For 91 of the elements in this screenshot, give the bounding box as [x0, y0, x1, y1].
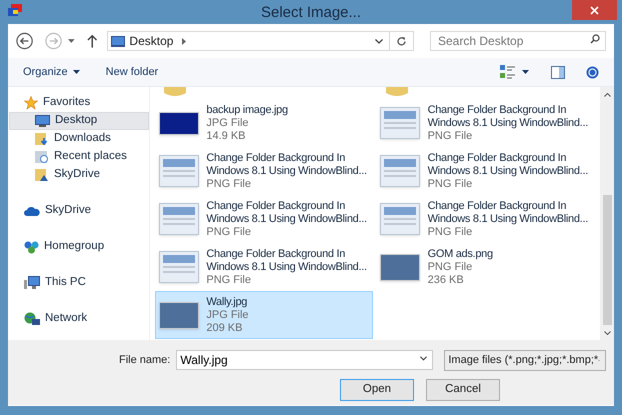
- file-name: Change Folder Background In Windows 8.1 Using WindowBlind...: [428, 104, 589, 130]
- file-type-dropdown[interactable]: Image files (*.png;*.jpg;*.bmp;*: [444, 350, 606, 370]
- star-icon: [24, 96, 38, 110]
- file-item[interactable]: Change Folder Background In Windows 8.1 Using WindowBlind... PNG File: [155, 243, 373, 291]
- scroll-down-icon[interactable]: [604, 331, 610, 335]
- file-item[interactable]: GOM ads.png PNG File 236 KB: [375, 243, 599, 291]
- file-name: Wally.jpg: [206, 296, 248, 308]
- screenshot-thumbnail: [159, 155, 200, 187]
- chevron-down-icon[interactable]: [375, 38, 383, 44]
- file-type: PNG File: [206, 178, 252, 190]
- file-type: PNG File: [428, 178, 474, 190]
- sidebar-item[interactable]: SkyDrive: [8, 202, 149, 220]
- sidebar-item[interactable]: Favorites: [8, 94, 149, 112]
- file-name-field[interactable]: Wally.jpg: [176, 350, 434, 370]
- file-item[interactable]: Change Folder Background In Windows 8.1 Using WindowBlind... PNG File: [155, 147, 373, 195]
- desktop-icon: [35, 115, 50, 127]
- file-type: PNG File: [428, 226, 474, 238]
- dropdown-arrow-icon[interactable]: [68, 39, 75, 43]
- up-arrow-icon[interactable]: [86, 34, 98, 48]
- file-type: JPG File: [206, 116, 250, 130]
- sidebar-item[interactable]: Homegroup: [8, 238, 149, 256]
- cloud-icon: [24, 206, 40, 216]
- desktop-icon: [111, 36, 126, 46]
- file-size: 209 KB: [206, 322, 244, 334]
- organize-menu[interactable]: Organize: [23, 64, 80, 80]
- folder-download-icon: [35, 132, 49, 146]
- file-item[interactable]: Change Folder Background In Windows 8.1 Using WindowBlind... PNG File: [375, 99, 599, 147]
- dropdown-arrow-icon[interactable]: [522, 70, 529, 74]
- file-item[interactable]: backup image.jpg JPG File 14.9 KB: [155, 99, 373, 147]
- window-title: Select Image...: [260, 3, 362, 23]
- file-name: GOM ads.png: [428, 248, 494, 260]
- photo-placeholder: [159, 302, 200, 328]
- refresh-icon[interactable]: [396, 36, 407, 46]
- folder-icon: [164, 87, 186, 97]
- screenshot-thumbnail: [380, 155, 420, 187]
- file-type: PNG File: [428, 260, 474, 274]
- view-options-icon[interactable]: [500, 65, 516, 79]
- file-item[interactable]: Change Folder Background In Windows 8.1 Using WindowBlind... PNG File: [375, 195, 599, 243]
- recent-places-icon: [35, 150, 49, 164]
- sidebar-item[interactable]: This PC: [8, 274, 149, 292]
- sidebar-item[interactable]: Downloads: [9, 130, 149, 148]
- address-bar[interactable]: Desktop: [107, 31, 414, 51]
- file-size: 236 KB: [428, 274, 465, 286]
- sidebar-item[interactable]: Recent places: [9, 148, 149, 166]
- folder-icon: [35, 168, 49, 182]
- preview-pane-icon[interactable]: [551, 66, 565, 78]
- open-button[interactable]: Open: [340, 379, 414, 401]
- folder-icon: [386, 87, 408, 97]
- search-field[interactable]: Search Desktop: [430, 31, 606, 51]
- file-type: PNG File: [428, 130, 474, 142]
- file-type: PNG File: [206, 274, 252, 286]
- close-button[interactable]: [572, 0, 617, 20]
- file-name-label: File name:: [119, 352, 170, 368]
- sidebar-item[interactable]: Network: [8, 310, 149, 328]
- file-item[interactable]: Change Folder Background In Windows 8.1 Using WindowBlind... PNG File: [375, 147, 599, 195]
- cancel-button[interactable]: Cancel: [426, 379, 500, 401]
- file-name: Change Folder Background In Windows 8.1 Using WindowBlind...: [206, 248, 368, 274]
- screenshot-thumbnail: [380, 203, 420, 235]
- chevron-down-icon[interactable]: [420, 356, 428, 361]
- file-name: Change Folder Background In Windows 8.1 Using WindowBlind...: [428, 200, 589, 226]
- file-type: PNG File: [206, 226, 252, 238]
- toolbar-button[interactable]: New folder: [106, 64, 158, 80]
- file-item[interactable]: Change Folder Background In Windows 8.1 Using WindowBlind... PNG File: [155, 195, 373, 243]
- help-icon[interactable]: [586, 66, 599, 78]
- file-size: 14.9 KB: [206, 130, 247, 142]
- sidebar-item[interactable]: Desktop: [9, 112, 149, 130]
- dropdown-arrow-icon: [72, 70, 80, 74]
- sidebar-item[interactable]: SkyDrive: [9, 166, 149, 184]
- photo-placeholder: [380, 254, 420, 280]
- screenshot-thumbnail: [159, 203, 200, 235]
- file-name: Change Folder Background In Windows 8.1 Using WindowBlind...: [428, 152, 589, 178]
- file-item[interactable]: Wally.jpg JPG File 209 KB: [155, 291, 373, 339]
- close-icon: [590, 6, 599, 14]
- network-icon: [24, 312, 40, 326]
- homegroup-icon: [24, 240, 39, 254]
- app-icon: [8, 4, 24, 18]
- search-icon: [590, 34, 600, 44]
- file-name: Change Folder Background In Windows 8.1 Using WindowBlind...: [206, 152, 368, 178]
- address-text: Desktop: [129, 33, 174, 50]
- computer-icon: [24, 276, 40, 290]
- file-type: JPG File: [206, 308, 250, 322]
- image-thumbnail: [159, 112, 200, 134]
- scroll-up-icon[interactable]: [604, 93, 610, 97]
- file-name: Change Folder Background In Windows 8.1 Using WindowBlind...: [206, 200, 368, 226]
- back-icon[interactable]: [16, 32, 34, 50]
- scrollbar[interactable]: [600, 87, 614, 340]
- chevron-right-icon: [182, 38, 186, 44]
- file-name: backup image.jpg: [206, 104, 289, 116]
- screenshot-thumbnail: [380, 107, 420, 139]
- scroll-thumb[interactable]: [602, 195, 612, 325]
- screenshot-thumbnail: [159, 251, 200, 283]
